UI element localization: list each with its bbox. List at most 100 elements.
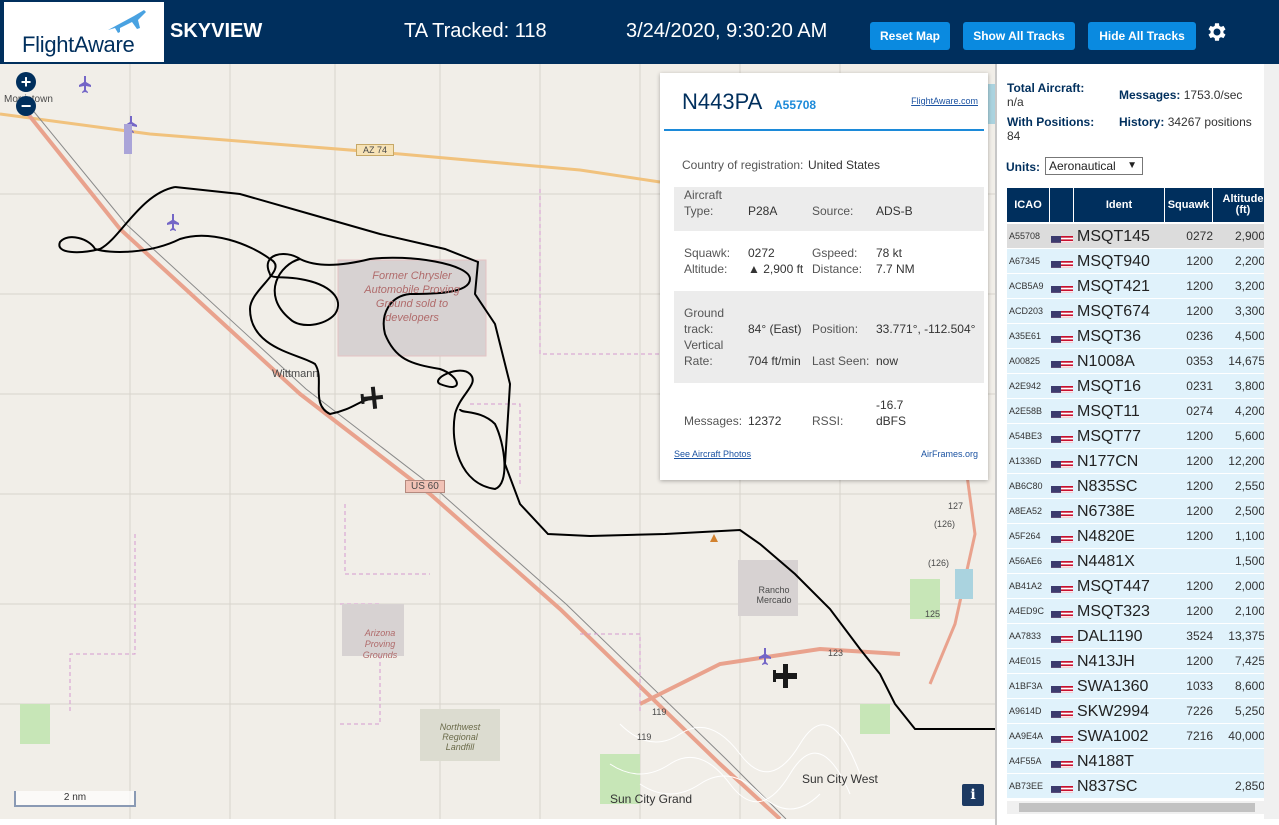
table-row[interactable]: A5F264N4820E12001,100▼ [1007,524,1273,549]
row-ident: MSQT77 [1077,428,1142,445]
row-squawk: 7226 [1186,704,1213,718]
top-header: FlightAware SKYVIEW TA Tracked: 118 3/24… [0,0,1279,64]
flightaware-link[interactable]: FlightAware.com [911,96,978,106]
column-header-icao[interactable]: ICAO [1007,188,1049,222]
row-squawk: 0272 [1186,229,1213,243]
row-altitude: 2,500 [1234,504,1265,518]
table-row[interactable]: A4F55A N4188T [1007,749,1273,774]
map-label-rancho: Rancho Mercado [756,585,792,605]
logo-plane-icon [108,10,146,33]
us-flag-icon [1051,406,1073,418]
row-icao: A2E942 [1009,381,1042,391]
table-row[interactable]: A35E61MSQT3602364,500▼ [1007,324,1273,349]
row-squawk: 0231 [1186,379,1213,393]
table-row[interactable]: ACB5A9MSQT42112003,200▼ [1007,274,1273,299]
row-ident: N177CN [1077,453,1139,470]
row-icao: A00825 [1009,356,1041,366]
aircraft-detail-popup: N443PA A55708 FlightAware.com Country of… [660,73,988,480]
airframes-link[interactable]: AirFrames.org [921,449,978,459]
row-altitude: 12,200 [1228,454,1265,468]
show-all-tracks-button[interactable]: Show All Tracks [963,22,1075,50]
row-squawk: 3524 [1186,629,1213,643]
column-header-flag[interactable] [1050,188,1073,222]
map-label-route-126: (126) [934,519,956,529]
horizontal-scrollbar-thumb[interactable] [1019,803,1255,812]
row-ident: DAL1190 [1077,628,1143,645]
table-row[interactable]: A54BE3MSQT7712005,600▲ [1007,424,1273,449]
row-squawk: 1200 [1186,529,1213,543]
row-ident: MSQT36 [1077,328,1142,345]
map-label-route-123: 123 [828,648,844,658]
source-value: ADS-B [876,204,913,218]
row-squawk: 1033 [1186,679,1213,693]
us-flag-icon [1051,531,1073,543]
us-flag-icon [1051,456,1073,468]
hide-all-tracks-button[interactable]: Hide All Tracks [1088,22,1196,50]
zoom-in-button[interactable]: + [16,72,36,92]
table-row[interactable]: A2E942 MSQT16 0231 3,800 [1007,374,1273,399]
row-squawk: 1200 [1186,579,1213,593]
aircraft-sidebar: Total Aircraft: n/a Messages: 1753.0/sec… [995,64,1279,825]
gear-icon[interactable] [1205,20,1229,44]
map-label-arizona-proving: Arizona Proving Grounds [362,628,398,660]
table-row[interactable]: A1336D N177CN 1200 12,200 [1007,449,1273,474]
table-row[interactable]: A00825 N1008A 0353 14,675 [1007,349,1273,374]
vertical-scrollbar[interactable] [1264,64,1279,819]
row-squawk: 1200 [1186,604,1213,618]
table-row[interactable]: A2E58BMSQT1102744,200▼ [1007,399,1273,424]
table-row[interactable]: A8EA52N6738E12002,500▲ [1007,499,1273,524]
us-flag-icon [1051,381,1073,393]
table-row[interactable]: AA7833DAL1190352413,375▼ [1007,624,1273,649]
horizontal-scrollbar[interactable] [1007,801,1269,814]
aircraft-photos-link[interactable]: See Aircraft Photos [674,449,751,459]
units-select[interactable]: Aeronautical ▼ [1045,157,1143,175]
map-label-former-chrysler: Former Chrysler Automobile Proving Groun… [364,270,460,324]
map-label-sun-city-west: Sun City West [802,772,878,786]
table-row[interactable]: A4E015N413JH12007,425▲ [1007,649,1273,674]
row-altitude: 1,100 [1234,529,1265,543]
table-row[interactable]: A67345 MSQT940 1200 2,200 [1007,249,1273,274]
last-seen-label: Last Seen: [812,354,870,368]
table-row[interactable]: A9614DSKW299472265,250▼ [1007,699,1273,724]
table-row[interactable]: A4ED9C MSQT323 1200 2,100 [1007,599,1273,624]
row-altitude: 1,500 [1234,554,1265,568]
map-label-az74: AZ 74 [356,144,395,156]
table-row[interactable]: A55708MSQT14502722,900▲ [1007,224,1273,249]
flightaware-logo[interactable]: FlightAware [4,2,164,62]
table-row[interactable]: A1BF3ASWA136010338,600▼ [1007,674,1273,699]
us-flag-icon [1051,281,1073,293]
row-squawk: 0236 [1186,329,1213,343]
table-row[interactable]: ACD203MSQT67412003,300▲ [1007,299,1273,324]
row-squawk: 1200 [1186,504,1213,518]
map-info-button[interactable]: i [962,784,984,806]
row-ident: MSQT11 [1077,403,1140,420]
column-header-ident[interactable]: Ident [1074,188,1164,222]
row-altitude: 5,250 [1234,704,1265,718]
map-scale-bar: 2 nm [14,791,136,807]
table-row[interactable]: AB73EEN837SC2,850▼ [1007,774,1273,799]
squawk-label: Squawk: [684,246,731,260]
row-icao: A2E58B [1009,406,1043,416]
row-ident: MSQT447 [1077,578,1150,595]
vertical-rate-label: Vertical Rate: [684,338,724,368]
row-squawk: 1200 [1186,479,1213,493]
reset-map-button[interactable]: Reset Map [870,22,950,50]
row-altitude: 3,200 [1234,279,1265,293]
us-flag-icon [1051,256,1073,268]
us-flag-icon [1051,731,1073,743]
table-row[interactable]: A56AE6 N4481X 1,500 [1007,549,1273,574]
row-altitude: 4,200 [1234,404,1265,418]
history-count: History: 34267 positions [1119,115,1252,129]
map-label-route-125: 125 [925,609,941,619]
table-row[interactable]: AA9E4A SWA1002 7216 40,000 [1007,724,1273,749]
table-row[interactable]: AB41A2 MSQT447 1200 2,000 [1007,574,1273,599]
row-squawk: 1200 [1186,454,1213,468]
chevron-down-icon: ▼ [1127,160,1137,171]
row-ident: SWA1360 [1077,678,1149,695]
column-header-squawk[interactable]: Squawk [1165,188,1212,222]
zoom-out-button[interactable]: − [16,96,36,116]
row-icao: A55708 [1009,231,1041,241]
row-altitude: 2,850 [1234,779,1265,793]
altitude-label: Altitude: [684,262,728,276]
table-row[interactable]: AB6C80 N835SC 1200 2,550 [1007,474,1273,499]
